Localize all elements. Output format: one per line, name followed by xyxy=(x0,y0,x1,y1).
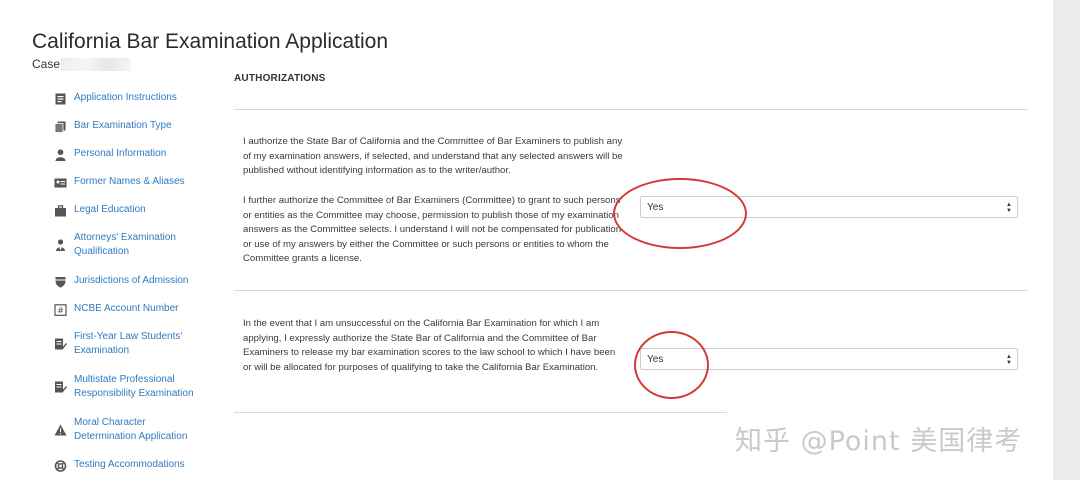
select-arrows-icon: ▲ ▼ xyxy=(1006,202,1012,214)
sidebar-item-former-names[interactable]: Former Names & Aliases xyxy=(54,175,244,189)
sidebar-item-personal-information[interactable]: Personal Information xyxy=(54,147,244,161)
sidebar-item-mpre[interactable]: Multistate Professional Responsibility E… xyxy=(54,373,214,401)
document-list-icon xyxy=(54,93,67,105)
sidebar-item-label: Former Names & Aliases xyxy=(74,176,185,187)
sidebar-item-testing-accommodations[interactable]: Testing Accommodations xyxy=(54,458,244,472)
case-label: Case xyxy=(32,57,61,71)
select-value: Yes xyxy=(647,354,664,365)
select-arrows-icon: ▲ ▼ xyxy=(1006,354,1012,366)
edit-document-icon xyxy=(54,338,67,350)
sidebar-item-label: Application Instructions xyxy=(74,92,177,103)
page-title: California Bar Examination Application xyxy=(32,30,389,53)
case-number-redaction xyxy=(61,58,132,72)
application-page: California Bar Examination Application C… xyxy=(0,0,1053,480)
hash-box-icon: # xyxy=(54,304,67,316)
publish-authorization-select[interactable]: Yes ▲ ▼ xyxy=(640,196,1018,218)
watermark-text: 知乎 @Point 美国律考 xyxy=(735,426,1023,457)
score-release-select[interactable]: Yes ▲ ▼ xyxy=(640,348,1018,370)
score-release-text: In the event that I am unsuccessful on t… xyxy=(243,318,616,373)
shield-icon xyxy=(54,276,67,288)
user-tie-icon xyxy=(54,239,67,251)
divider xyxy=(234,109,1028,110)
section-title: AUTHORIZATIONS xyxy=(234,73,326,84)
lifebuoy-icon xyxy=(54,460,67,472)
sidebar-item-label: NCBE Account Number xyxy=(74,303,179,314)
briefcase-icon xyxy=(54,205,67,217)
case-number: Case xyxy=(32,57,132,72)
sidebar-item-bar-examination-type[interactable]: Bar Examination Type xyxy=(54,119,244,133)
divider xyxy=(234,412,727,413)
svg-text:#: # xyxy=(57,306,64,315)
divider xyxy=(234,290,1028,291)
copy-files-icon xyxy=(54,121,67,133)
sidebar-item-moral-character[interactable]: Moral Character Determination Applicatio… xyxy=(54,416,204,444)
sidebar-item-label: Attorneys' Examination Qualification xyxy=(74,232,176,257)
sidebar-item-label: Moral Character Determination Applicatio… xyxy=(74,417,188,442)
select-value: Yes xyxy=(647,202,664,213)
sidebar-item-label: Testing Accommodations xyxy=(74,459,185,470)
sidebar-item-label: Legal Education xyxy=(74,204,146,215)
sidebar-item-first-year-law-students[interactable]: First-Year Law Students' Examination xyxy=(54,330,204,358)
authorization-license-text: I further authorize the Committee of Bar… xyxy=(243,195,622,265)
sidebar-item-label: Bar Examination Type xyxy=(74,120,172,131)
id-card-icon xyxy=(54,177,67,189)
sidebar-item-legal-education[interactable]: Legal Education xyxy=(54,203,244,217)
sidebar-item-application-instructions[interactable]: Application Instructions xyxy=(54,91,244,105)
sidebar-item-ncbe-account-number[interactable]: # NCBE Account Number xyxy=(54,302,244,316)
sidebar-item-label: Personal Information xyxy=(74,148,167,159)
person-icon xyxy=(54,149,67,161)
warning-icon xyxy=(54,424,67,436)
sidebar-item-attorneys-examination[interactable]: Attorneys' Examination Qualification xyxy=(54,231,224,259)
edit-document-icon xyxy=(54,381,67,393)
sidebar-item-jurisdictions-of-admission[interactable]: Jurisdictions of Admission xyxy=(54,274,244,288)
sidebar-item-label: Multistate Professional Responsibility E… xyxy=(74,374,194,399)
sidebar-item-label: Jurisdictions of Admission xyxy=(74,275,189,286)
sidebar-item-label: First-Year Law Students' Examination xyxy=(74,331,183,356)
authorization-publish-text: I authorize the State Bar of California … xyxy=(243,136,623,177)
